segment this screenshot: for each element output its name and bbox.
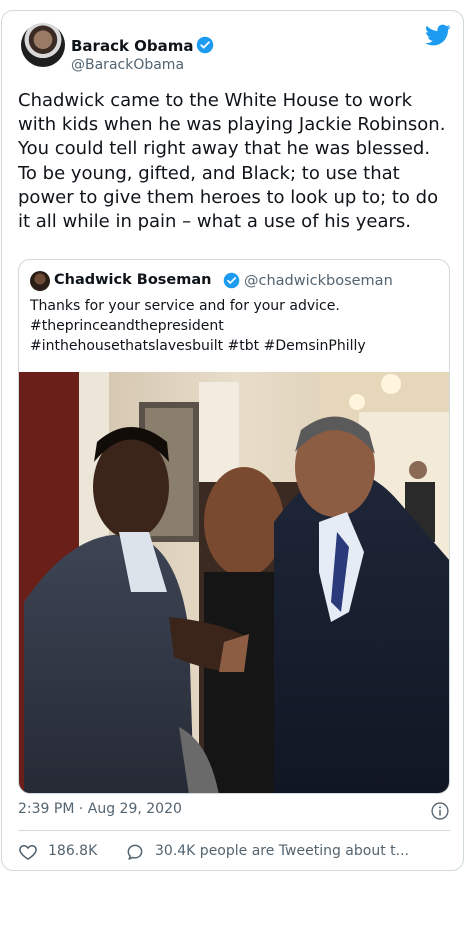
like-count[interactable]: 186.8K: [48, 843, 97, 859]
quoted-author-name: Chadwick Boseman: [54, 272, 212, 288]
info-icon[interactable]: [430, 801, 450, 821]
quoted-tweet-photo[interactable]: [19, 372, 450, 794]
verified-badge-icon: [223, 272, 240, 289]
quoted-author-avatar: [30, 271, 50, 291]
tweet-timestamp[interactable]: 2:39 PM · Aug 29, 2020: [18, 801, 182, 817]
verified-badge-icon: [196, 36, 214, 54]
quoted-tweet-text: Thanks for your service and for your adv…: [30, 296, 440, 356]
author-name[interactable]: Barack Obama: [71, 37, 194, 55]
author-avatar[interactable]: [21, 23, 65, 67]
tweet-text: Chadwick came to the White House to work…: [18, 90, 446, 233]
tweeting-about-link[interactable]: 30.4K people are Tweeting about t...: [155, 843, 409, 859]
quoted-author-handle: @chadwickboseman: [244, 273, 393, 289]
footer-divider: [18, 830, 450, 831]
quoted-tweet[interactable]: Chadwick Boseman @chadwickboseman Thanks…: [18, 259, 450, 794]
twitter-bird-icon[interactable]: [425, 22, 451, 48]
tweet-card[interactable]: Barack Obama @BarackObama Chadwick came …: [1, 10, 464, 871]
reply-bubble-icon[interactable]: [125, 842, 145, 862]
quoted-hashtag-line: #theprinceandthepresident: [30, 318, 224, 334]
quoted-text-line: Thanks for your service and for your adv…: [30, 298, 340, 314]
tweet-header: Barack Obama @BarackObama: [2, 11, 463, 73]
quoted-hashtag-line: #inthehousethatslavesbuilt #tbt #DemsinP…: [30, 338, 366, 354]
heart-icon[interactable]: [18, 842, 38, 862]
author-handle[interactable]: @BarackObama: [71, 57, 184, 73]
